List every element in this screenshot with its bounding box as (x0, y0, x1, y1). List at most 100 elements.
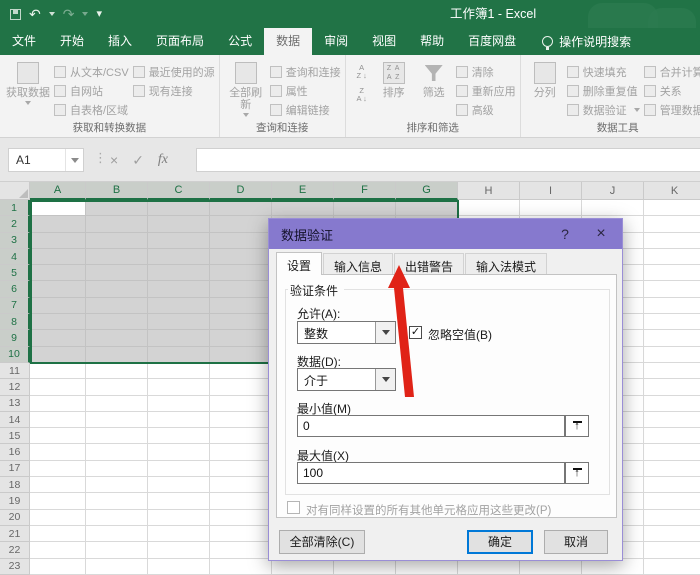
grid-cell-C19[interactable] (148, 493, 210, 509)
redo-icon[interactable]: ↷ (63, 4, 75, 24)
column-header-C[interactable]: C (148, 182, 210, 200)
enter-entry-icon[interactable]: ✓ (132, 152, 144, 169)
grid-cell-A13[interactable] (30, 396, 86, 412)
grid-cell-C17[interactable] (148, 461, 210, 477)
minimum-input[interactable] (297, 415, 565, 437)
grid-cell-C1[interactable] (148, 200, 210, 216)
grid-cell-D9[interactable] (210, 330, 272, 346)
grid-cell-B22[interactable] (86, 542, 148, 558)
grid-cell-K16[interactable] (644, 444, 700, 460)
grid-cell-A11[interactable] (30, 363, 86, 379)
grid-cell-K11[interactable] (644, 363, 700, 379)
grid-cell-D10[interactable] (210, 347, 272, 363)
dialog-tab-input-message[interactable]: 输入信息 (323, 253, 393, 275)
row-header-14[interactable]: 14 (0, 412, 30, 428)
data-dropdown[interactable]: 介于 (297, 368, 396, 391)
column-header-H[interactable]: H (458, 182, 520, 200)
grid-cell-B5[interactable] (86, 265, 148, 281)
existing-connections-button[interactable]: 现有连接 (133, 82, 215, 99)
row-header-21[interactable]: 21 (0, 526, 30, 542)
grid-cell-C15[interactable] (148, 428, 210, 444)
row-header-10[interactable]: 10 (0, 347, 30, 363)
row-header-16[interactable]: 16 (0, 444, 30, 460)
cancel-button[interactable]: 取消 (544, 530, 608, 554)
row-header-5[interactable]: 5 (0, 265, 30, 281)
grid-cell-C8[interactable] (148, 314, 210, 330)
grid-cell-K6[interactable] (644, 281, 700, 297)
text-to-columns-button[interactable]: 分列 (527, 59, 563, 99)
grid-cell-D1[interactable] (210, 200, 272, 216)
column-header-I[interactable]: I (520, 182, 582, 200)
refresh-all-button[interactable]: 全部刷新 (226, 59, 266, 117)
grid-cell-B2[interactable] (86, 216, 148, 232)
grid-cell-D7[interactable] (210, 298, 272, 314)
data-dropdown-button[interactable] (375, 369, 395, 390)
remove-duplicates-button[interactable]: 删除重复值 (567, 82, 640, 99)
grid-cell-D21[interactable] (210, 526, 272, 542)
grid-cell-K13[interactable] (644, 396, 700, 412)
grid-cell-C11[interactable] (148, 363, 210, 379)
column-header-E[interactable]: E (272, 182, 334, 200)
save-icon[interactable] (10, 9, 21, 20)
ribbon-tab-公式[interactable]: 公式 (216, 28, 264, 55)
grid-cell-B11[interactable] (86, 363, 148, 379)
column-header-D[interactable]: D (210, 182, 272, 200)
minimum-collapse-button[interactable]: ↑ (565, 415, 589, 437)
row-header-2[interactable]: 2 (0, 216, 30, 232)
grid-cell-A6[interactable] (30, 281, 86, 297)
grid-cell-D16[interactable] (210, 444, 272, 460)
grid-cell-B20[interactable] (86, 510, 148, 526)
grid-cell-D19[interactable] (210, 493, 272, 509)
tell-me-search[interactable]: 操作说明搜索 (542, 28, 631, 55)
row-header-13[interactable]: 13 (0, 396, 30, 412)
consolidate-button[interactable]: 合并计算 (644, 63, 700, 80)
grid-cell-K23[interactable] (644, 559, 700, 575)
grid-cell-B1[interactable] (86, 200, 148, 216)
grid-cell-B17[interactable] (86, 461, 148, 477)
ok-button[interactable]: 确定 (467, 530, 533, 554)
grid-cell-C23[interactable] (148, 559, 210, 575)
grid-cell-C2[interactable] (148, 216, 210, 232)
row-header-9[interactable]: 9 (0, 330, 30, 346)
grid-cell-B3[interactable] (86, 233, 148, 249)
sort-button[interactable]: Z AA Z 排序 (376, 59, 412, 99)
grid-cell-K19[interactable] (644, 493, 700, 509)
name-box[interactable]: A1 (8, 148, 84, 172)
column-header-F[interactable]: F (334, 182, 396, 200)
grid-cell-B19[interactable] (86, 493, 148, 509)
ribbon-tab-百度网盘[interactable]: 百度网盘 (456, 28, 528, 55)
row-header-15[interactable]: 15 (0, 428, 30, 444)
grid-cell-A15[interactable] (30, 428, 86, 444)
grid-cell-K9[interactable] (644, 330, 700, 346)
grid-cell-A18[interactable] (30, 477, 86, 493)
grid-cell-B14[interactable] (86, 412, 148, 428)
ribbon-tab-文件[interactable]: 文件 (0, 28, 48, 55)
grid-cell-K22[interactable] (644, 542, 700, 558)
undo-dropdown-icon[interactable] (49, 12, 55, 16)
from-web-button[interactable]: 自网站 (54, 82, 129, 99)
grid-cell-B8[interactable] (86, 314, 148, 330)
grid-cell-B21[interactable] (86, 526, 148, 542)
grid-cell-D17[interactable] (210, 461, 272, 477)
from-table-range-button[interactable]: 自表格/区域 (54, 101, 129, 118)
grid-cell-K3[interactable] (644, 233, 700, 249)
grid-cell-A23[interactable] (30, 559, 86, 575)
grid-cell-H1[interactable] (458, 200, 520, 216)
grid-cell-B18[interactable] (86, 477, 148, 493)
grid-cell-D13[interactable] (210, 396, 272, 412)
grid-cell-D18[interactable] (210, 477, 272, 493)
grid-cell-A22[interactable] (30, 542, 86, 558)
grid-cell-K21[interactable] (644, 526, 700, 542)
row-header-12[interactable]: 12 (0, 379, 30, 395)
ribbon-tab-视图[interactable]: 视图 (360, 28, 408, 55)
row-header-22[interactable]: 22 (0, 542, 30, 558)
grid-cell-A16[interactable] (30, 444, 86, 460)
grid-cell-A19[interactable] (30, 493, 86, 509)
grid-cell-D12[interactable] (210, 379, 272, 395)
row-header-1[interactable]: 1 (0, 200, 30, 216)
grid-cell-K14[interactable] (644, 412, 700, 428)
grid-cell-B13[interactable] (86, 396, 148, 412)
grid-cell-C22[interactable] (148, 542, 210, 558)
grid-cell-D5[interactable] (210, 265, 272, 281)
grid-cell-A7[interactable] (30, 298, 86, 314)
